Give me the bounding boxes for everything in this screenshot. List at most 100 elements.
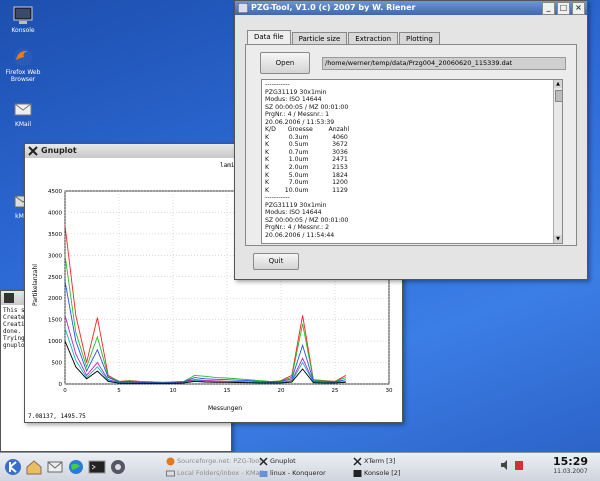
- scroll-down-icon[interactable]: ▼: [554, 235, 562, 243]
- task-label: XTerm [3]: [364, 457, 396, 465]
- close-x-icon: [259, 457, 268, 466]
- pzg-tool-window[interactable]: PZG-Tool, V1.0 (c) 2007 by W. Riener _ □…: [234, 0, 588, 280]
- task-label: Local Folders/inbox - KMail: [177, 469, 264, 477]
- mail-icon: [14, 103, 32, 116]
- desktop-icon-label: KMail: [14, 121, 32, 128]
- file-line: SZ 00:00:05 / MZ 00:01:00: [265, 216, 349, 224]
- file-line: PZG31119 30x1min: [265, 201, 327, 209]
- desktop-icon-konsole[interactable]: Konsole: [0, 4, 46, 34]
- file-line: -----------: [265, 81, 290, 88]
- terminal-icon[interactable]: [88, 458, 106, 476]
- app-icon: [238, 3, 248, 13]
- terminal-icon: [4, 293, 14, 303]
- scrollbar-thumb[interactable]: [555, 90, 562, 102]
- desktop-icon-label: Firefox Web Browser: [5, 69, 41, 83]
- tray-volume-icon[interactable]: [500, 460, 510, 470]
- file-line: Modus: ISO 14644: [265, 209, 322, 217]
- kde-menu-icon[interactable]: [4, 458, 22, 476]
- desktop-icon-label: Konsole: [11, 27, 35, 34]
- y-tick-label: 4000: [48, 210, 62, 216]
- file-line: K 2.0um 2153: [265, 164, 348, 172]
- y-axis-label: Partikelanzahl: [32, 264, 39, 306]
- file-line: Modus: ISO 14644: [265, 96, 322, 104]
- mail-icon: [166, 470, 175, 477]
- clock-time: 15:29: [552, 455, 588, 468]
- task-label: Sourceforge.net: PZG-Tool: [177, 457, 262, 465]
- task-label: Konsole [2]: [364, 469, 401, 477]
- maximize-button[interactable]: □: [557, 2, 570, 15]
- file-line: K 7.0um 1200: [265, 179, 348, 187]
- task-gnuplot[interactable]: Gnuplot: [258, 456, 296, 467]
- lifebuoy-icon[interactable]: [109, 458, 127, 476]
- file-line: SZ 00:00:05 / MZ 00:01:00: [265, 103, 349, 111]
- open-button[interactable]: Open: [260, 52, 310, 74]
- file-line: K 1.0um 2471: [265, 156, 348, 164]
- file-line: K/D Groesse Anzahl: [265, 126, 350, 134]
- task-konsole[interactable]: Konsole [2]: [352, 468, 400, 479]
- globe-icon[interactable]: [67, 458, 85, 476]
- y-tick-label: 0: [59, 382, 63, 388]
- pzg-title: PZG-Tool, V1.0 (c) 2007 by W. Riener: [251, 3, 416, 12]
- terminal-icon: [353, 470, 362, 477]
- close-x-icon: [353, 457, 362, 466]
- cursor-coords: 7.08137, 1495.75: [28, 413, 86, 420]
- monitor-icon: [13, 6, 33, 24]
- folder-icon: [259, 471, 268, 477]
- x-axis-label: Messungen: [208, 405, 242, 412]
- file-line: PrgNr.: 4 / Messnr.: 2: [265, 224, 330, 232]
- desktop-icon-kmail[interactable]: KMail: [0, 98, 46, 128]
- scroll-up-icon[interactable]: ▲: [554, 80, 562, 88]
- file-line: K 0.5um 3672: [265, 141, 348, 149]
- task-xterm[interactable]: XTerm [3]: [352, 456, 395, 467]
- task-kmail[interactable]: Local Folders/inbox - KMail: [165, 468, 263, 479]
- file-line: 20.06.2006 / 11:54:44: [265, 231, 335, 239]
- quit-button[interactable]: Quit: [253, 253, 299, 270]
- file-line: PrgNr.: 4 / Messnr.: 1: [265, 111, 330, 119]
- close-button[interactable]: ×: [572, 2, 585, 15]
- file-line: K 0.7um 3036: [265, 148, 348, 156]
- mail-icon[interactable]: [46, 458, 64, 476]
- close-x-icon: [28, 146, 38, 156]
- file-line: 20.06.2006 / 11:53:39: [265, 118, 335, 126]
- x-tick-label: 0: [63, 388, 67, 394]
- file-path-field[interactable]: /home/werner/temp/data/Przg004_20060620_…: [322, 57, 566, 70]
- minimize-button[interactable]: _: [542, 2, 555, 15]
- pzg-titlebar[interactable]: PZG-Tool, V1.0 (c) 2007 by W. Riener _ □…: [235, 1, 587, 15]
- y-tick-label: 3000: [48, 253, 62, 259]
- y-tick-label: 2500: [48, 275, 62, 281]
- y-tick-label: 2000: [48, 296, 62, 302]
- y-tick-label: 4500: [48, 189, 62, 195]
- clock-date: 11.03.2007: [553, 468, 588, 475]
- task-sourceforge[interactable]: Sourceforge.net: PZG-Tool: [165, 456, 261, 467]
- file-content-lines: ----------- PZG31119 30x1min Modus: ISO 14…: [262, 80, 562, 240]
- file-line: K 5.0um 1824: [265, 171, 348, 179]
- file-line: -----------: [265, 194, 290, 202]
- gnuplot-title: Gnuplot: [41, 146, 77, 155]
- file-line: K 10.0um 1129: [265, 186, 348, 194]
- taskbar: Sourceforge.net: PZG-Tool Gnuplot XTerm …: [0, 452, 600, 481]
- vertical-scrollbar[interactable]: ▲ ▼: [553, 80, 562, 243]
- y-tick-label: 1500: [48, 318, 62, 324]
- task-konqueror[interactable]: linux - Konqueror: [258, 468, 326, 479]
- y-tick-label: 500: [52, 361, 63, 367]
- task-label: Gnuplot: [270, 457, 296, 465]
- desktop-icon-firefox[interactable]: Firefox Web Browser: [0, 46, 46, 83]
- y-tick-label: 3500: [48, 232, 62, 238]
- clock[interactable]: 15:29 11.03.2007: [553, 455, 588, 475]
- file-line: PZG31119 30x1min: [265, 88, 327, 96]
- firefox-icon: [166, 457, 175, 466]
- x-tick-label: 10: [170, 388, 177, 394]
- x-tick-label: 15: [224, 388, 231, 394]
- tray-clipboard-icon[interactable]: [514, 460, 524, 470]
- y-tick-label: 1000: [48, 339, 62, 345]
- data-file-panel: Open /home/werner/temp/data/Przg004_2006…: [245, 44, 577, 246]
- file-line: K 0.3um 4060: [265, 133, 348, 141]
- home-icon[interactable]: [25, 458, 43, 476]
- x-tick-label: 5: [117, 388, 121, 394]
- file-content-text[interactable]: ----------- PZG31119 30x1min Modus: ISO 14…: [261, 79, 563, 244]
- firefox-icon: [14, 48, 32, 66]
- x-tick-label: 25: [332, 388, 339, 394]
- task-label: linux - Konqueror: [270, 469, 326, 477]
- x-tick-label: 20: [278, 388, 285, 394]
- x-tick-label: 30: [386, 388, 393, 394]
